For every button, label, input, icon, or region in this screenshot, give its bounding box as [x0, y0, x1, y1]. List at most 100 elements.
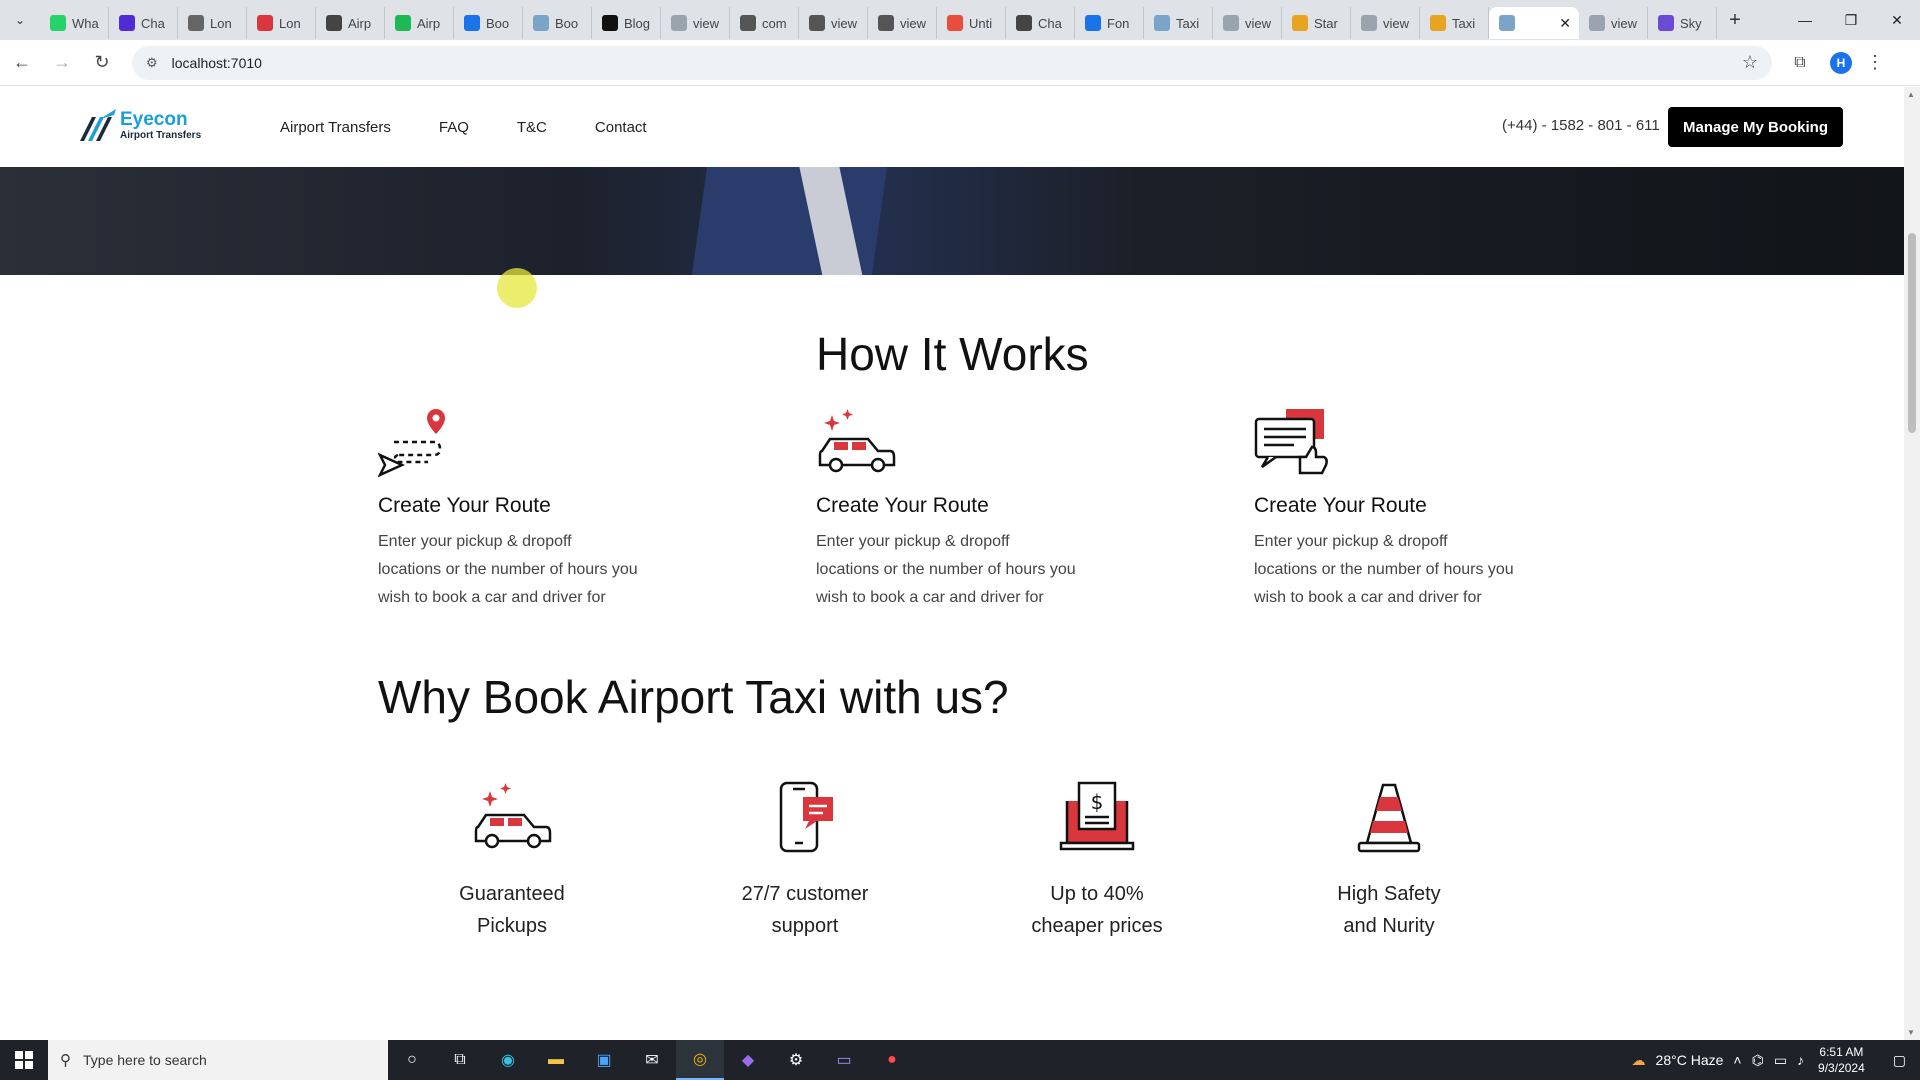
back-icon[interactable]: ←	[4, 45, 40, 81]
cortana-icon[interactable]: ○	[388, 1040, 436, 1080]
settings-icon[interactable]: ⚙	[772, 1040, 820, 1080]
tab-favicon-icon	[533, 15, 549, 31]
browser-tab[interactable]: Unti	[937, 7, 1006, 39]
step-text: Enter your pickup & dropoff locations or…	[378, 533, 638, 606]
phone-number[interactable]: (+44) - 1582 - 801 - 611	[1502, 117, 1660, 134]
browser-tab[interactable]: Lon	[178, 7, 247, 39]
tab-favicon-icon	[809, 15, 825, 31]
url-field[interactable]: ⚙ localhost:7010 ☆	[132, 45, 1772, 80]
notifications-icon[interactable]: ▢	[1893, 1052, 1906, 1069]
tab-label: Unti	[969, 15, 993, 31]
browser-tab[interactable]: view	[661, 7, 730, 39]
manage-booking-button[interactable]: Manage My Booking	[1668, 107, 1843, 147]
tab-label: Airp	[417, 15, 441, 31]
nav-contact[interactable]: Contact	[595, 119, 647, 136]
tab-favicon-icon	[740, 15, 756, 31]
taskbar-search-field[interactable]: ⚲ Type here to search	[48, 1040, 388, 1080]
browser-tab[interactable]: Cha	[109, 7, 178, 39]
tab-label: Wha	[72, 15, 99, 31]
visual-studio-icon[interactable]: ◆	[724, 1040, 772, 1080]
tray-chevron-icon[interactable]: ˄	[1733, 1052, 1741, 1068]
tab-label: Taxi	[1452, 15, 1476, 31]
browser-tab[interactable]: view	[868, 7, 937, 39]
browser-tab[interactable]: com	[730, 7, 799, 39]
tab-favicon-icon	[1223, 15, 1239, 31]
recorder-icon[interactable]: ●	[868, 1040, 916, 1080]
car-sparkle-icon	[818, 409, 896, 473]
browser-tab[interactable]: view	[799, 7, 868, 39]
browser-tab[interactable]: view	[1213, 7, 1282, 39]
mail-icon[interactable]: ✉	[628, 1040, 676, 1080]
hero-image	[0, 167, 1904, 275]
site-info-icon[interactable]: ⚙	[146, 55, 158, 71]
browser-tab[interactable]: view	[1579, 7, 1648, 39]
weather-icon[interactable]: ☁	[1632, 1052, 1646, 1069]
reload-icon[interactable]: ↻	[84, 45, 120, 81]
browser-tab[interactable]: Wha	[40, 7, 109, 39]
clock[interactable]: 6:51 AM 9/3/2024	[1818, 1044, 1865, 1076]
new-tab-button[interactable]: +	[1717, 0, 1753, 40]
browser-tab[interactable]: Boo	[454, 7, 523, 39]
site-logo[interactable]: Eyecon Airport Transfers	[78, 107, 201, 143]
tab-favicon-icon	[1499, 15, 1515, 31]
network-icon[interactable]: ⌬	[1752, 1052, 1764, 1069]
browser-tab[interactable]: view	[1351, 7, 1420, 39]
bookmark-star-icon[interactable]: ☆	[1742, 52, 1758, 73]
edge-icon[interactable]: ◉	[484, 1040, 532, 1080]
scroll-up-icon[interactable]: ▲	[1907, 90, 1915, 99]
step-title: Create Your Route	[1254, 494, 1427, 517]
chrome-icon[interactable]: ◎	[676, 1040, 724, 1080]
browser-tab[interactable]: Lon	[247, 7, 316, 39]
tab-label: Sky	[1680, 15, 1702, 31]
page-scrollbar[interactable]: ▲ ▼	[1904, 87, 1920, 1040]
browser-tab[interactable]: Blog	[592, 7, 661, 39]
scroll-down-icon[interactable]: ▼	[1907, 1028, 1915, 1037]
tab-label: Blog	[624, 15, 651, 31]
browser-menu-icon[interactable]: ⋮	[1866, 52, 1884, 73]
scroll-thumb[interactable]	[1908, 233, 1916, 433]
minimize-icon[interactable]: —	[1782, 0, 1828, 40]
nav-terms[interactable]: T&C	[517, 119, 547, 136]
step-card: Create Your Route Enter your pickup & dr…	[816, 407, 1086, 612]
step-text: Enter your pickup & dropoff locations or…	[816, 533, 1076, 606]
browser-tab[interactable]: Taxi	[1420, 7, 1489, 39]
windows-start-icon[interactable]	[0, 1040, 48, 1080]
tab-favicon-icon	[671, 15, 687, 31]
laptop-dollar-icon: $	[1059, 781, 1135, 851]
forward-icon[interactable]: →	[44, 45, 80, 81]
traffic-cone-icon	[1357, 783, 1421, 853]
file-explorer-icon[interactable]: ▬	[532, 1040, 580, 1080]
browser-tab-active[interactable]: ✕	[1489, 7, 1579, 39]
tab-label: Taxi	[1176, 15, 1200, 31]
browser-tab[interactable]: Taxi	[1144, 7, 1213, 39]
tab-favicon-icon	[50, 15, 66, 31]
terminal-icon[interactable]: ▭	[820, 1040, 868, 1080]
why-book-title: Why Book Airport Taxi with us?	[378, 671, 1009, 723]
browser-tab[interactable]: Sky	[1648, 7, 1717, 39]
close-tab-icon[interactable]: ✕	[1559, 15, 1571, 32]
tab-favicon-icon	[1292, 15, 1308, 31]
browser-tab[interactable]: Star	[1282, 7, 1351, 39]
store-icon[interactable]: ▣	[580, 1040, 628, 1080]
browser-tab[interactable]: Cha	[1006, 7, 1075, 39]
weather-text[interactable]: 28°C Haze	[1656, 1052, 1724, 1068]
tab-label: Lon	[210, 15, 232, 31]
browser-tab[interactable]: Airp	[316, 7, 385, 39]
nav-faq[interactable]: FAQ	[439, 119, 469, 136]
tab-search-icon[interactable]: ⌄	[0, 0, 40, 40]
how-it-works-title: How It Works	[816, 328, 1089, 380]
tab-label: view	[831, 15, 858, 31]
close-window-icon[interactable]: ✕	[1874, 0, 1920, 40]
browser-tab[interactable]: Boo	[523, 7, 592, 39]
extensions-icon[interactable]: ⧉	[1782, 45, 1818, 81]
volume-icon[interactable]: ♪	[1797, 1052, 1804, 1068]
battery-icon[interactable]: ▭	[1774, 1052, 1787, 1069]
tab-label: Cha	[141, 15, 165, 31]
restore-icon[interactable]: ❐	[1828, 0, 1874, 40]
profile-avatar[interactable]: H	[1830, 51, 1852, 74]
nav-airport-transfers[interactable]: Airport Transfers	[280, 119, 391, 136]
browser-tab[interactable]: Airp	[385, 7, 454, 39]
browser-tab-bar: ⌄ Wha Cha Lon Lon Airp Airp Boo Boo Blog view com v…	[0, 0, 1920, 40]
browser-tab[interactable]: Fon	[1075, 7, 1144, 39]
task-view-icon[interactable]: ⧉	[436, 1040, 484, 1080]
